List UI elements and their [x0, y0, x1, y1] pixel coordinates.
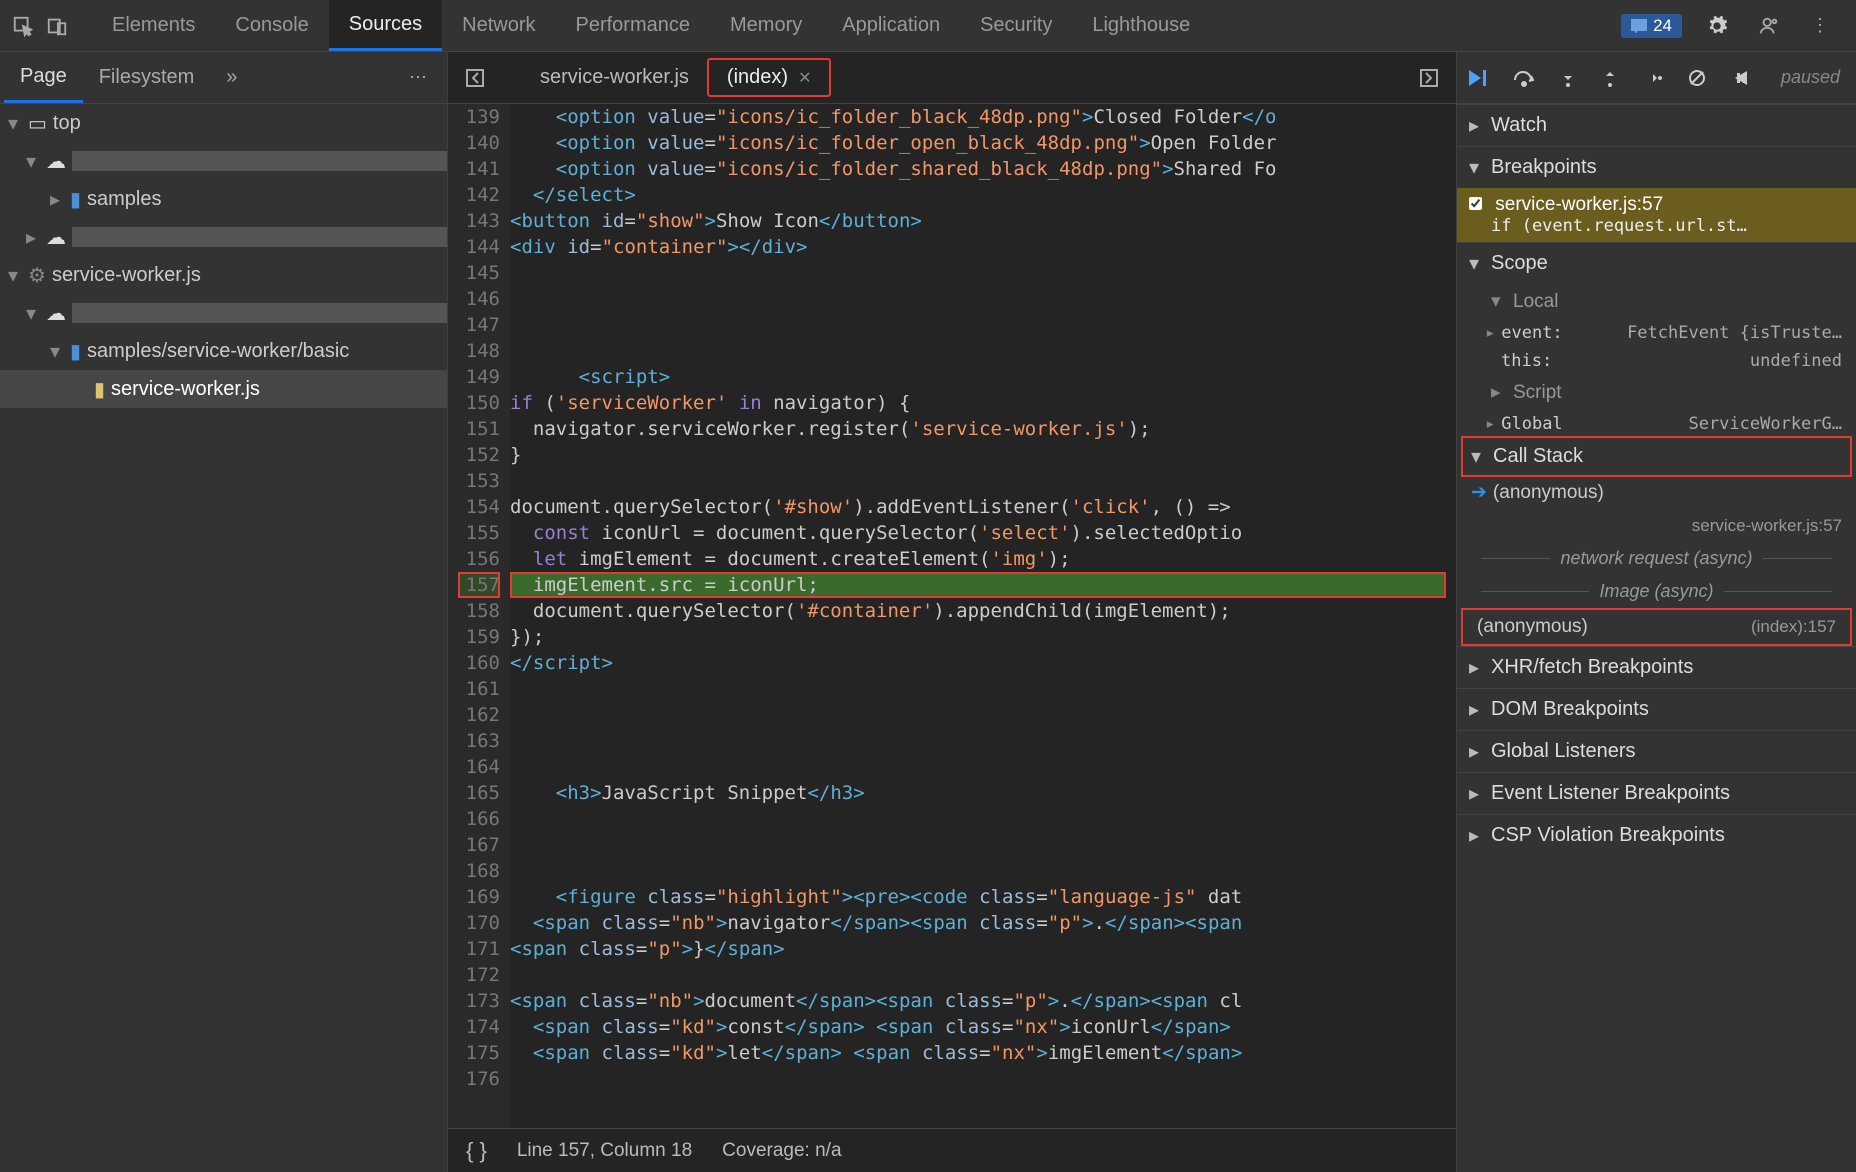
cloud-icon: ☁	[46, 225, 66, 250]
cloud-icon: ☁	[46, 149, 66, 174]
navigator-toggle-icon[interactable]	[458, 68, 492, 88]
cursor-position: Line 157, Column 18	[517, 1140, 692, 1162]
section-xhr[interactable]: XHR/fetch Breakpoints	[1457, 646, 1856, 688]
scope-this: this:undefined	[1457, 347, 1856, 375]
tree-label-sw: service-worker.js	[52, 264, 201, 287]
breakpoint-checkbox[interactable]	[1469, 197, 1482, 210]
folder-icon: ▮	[70, 339, 81, 364]
tree-label-basic: samples/service-worker/basic	[87, 340, 349, 363]
breakpoint-code: if (event.request.url.st…	[1469, 216, 1844, 236]
section-breakpoints[interactable]: Breakpoints	[1457, 146, 1856, 188]
pretty-print-icon[interactable]: { }	[466, 1138, 487, 1164]
tab-lighthouse[interactable]: Lighthouse	[1072, 0, 1210, 51]
tree-origin-1[interactable]: ☁	[0, 142, 447, 180]
issues-count: 24	[1653, 16, 1672, 36]
section-event-listener[interactable]: Event Listener Breakpoints	[1457, 772, 1856, 814]
tab-label: (index)	[727, 66, 788, 89]
sidebar-tab-page[interactable]: Page	[4, 52, 83, 103]
editor-status-bar: { } Line 157, Column 18 Coverage: n/a	[448, 1128, 1456, 1172]
section-csp[interactable]: CSP Violation Breakpoints	[1457, 814, 1856, 856]
tree-sw-basic[interactable]: ▮ samples/service-worker/basic	[0, 332, 447, 370]
close-icon[interactable]: ✕	[798, 68, 811, 88]
section-global-listeners[interactable]: Global Listeners	[1457, 730, 1856, 772]
tab-performance[interactable]: Performance	[556, 0, 711, 51]
pause-exceptions-icon[interactable]	[1731, 68, 1751, 88]
file-icon: ▮	[94, 377, 105, 402]
tree-label-top: top	[53, 112, 81, 135]
main-tabs: Elements Console Sources Network Perform…	[92, 0, 1621, 51]
tree-label-swfile: service-worker.js	[111, 378, 260, 401]
editor-tab-index[interactable]: (index) ✕	[707, 58, 832, 97]
redacted-origin-3	[72, 303, 447, 323]
inspect-element-icon[interactable]	[6, 9, 40, 43]
tree-sw-root[interactable]: ⚙ service-worker.js	[0, 256, 447, 294]
step-over-icon[interactable]	[1513, 68, 1535, 88]
tab-security[interactable]: Security	[960, 0, 1072, 51]
editor-area: service-worker.js (index) ✕ 139140141142…	[448, 52, 1456, 1172]
sidebar-overflow-icon[interactable]: ⋯	[409, 67, 447, 88]
stack-async-div-1: network request (async)	[1457, 542, 1856, 575]
folder-icon: ▮	[70, 187, 81, 212]
tab-application[interactable]: Application	[822, 0, 960, 51]
tab-console[interactable]: Console	[215, 0, 328, 51]
section-callstack[interactable]: Call Stack	[1461, 436, 1852, 477]
debugger-panel: paused Watch Breakpoints service-worker.…	[1456, 52, 1856, 1172]
code-editor[interactable]: 1391401411421431441451461471481491501511…	[448, 104, 1456, 1128]
breakpoint-file: service-worker.js:57	[1495, 194, 1663, 215]
paused-label: paused	[1781, 67, 1846, 88]
tree-sw-file[interactable]: ▮ service-worker.js	[0, 370, 447, 408]
scope-script[interactable]: Script	[1457, 375, 1856, 410]
tab-label: service-worker.js	[540, 66, 689, 89]
scope-global[interactable]: GlobalServiceWorkerG…	[1457, 410, 1856, 438]
tree-origin-2[interactable]: ☁	[0, 218, 447, 256]
tab-network[interactable]: Network	[442, 0, 555, 51]
gear-icon: ⚙	[28, 263, 46, 288]
deactivate-breakpoints-icon[interactable]	[1687, 68, 1707, 88]
step-into-icon[interactable]	[1559, 68, 1577, 88]
sidebar-tab-filesystem[interactable]: Filesystem	[83, 52, 211, 103]
account-icon[interactable]	[1752, 9, 1786, 43]
section-watch[interactable]: Watch	[1457, 104, 1856, 146]
settings-gear-icon[interactable]	[1700, 9, 1734, 43]
redacted-origin-2	[72, 227, 447, 247]
sidebar-tab-more[interactable]: »	[210, 52, 253, 103]
tree-samples[interactable]: ▮ samples	[0, 180, 447, 218]
tree-top[interactable]: ▭ top	[0, 104, 447, 142]
section-scope[interactable]: Scope	[1457, 242, 1856, 284]
devtools-toolbar: Elements Console Sources Network Perform…	[0, 0, 1856, 52]
coverage-status: Coverage: n/a	[722, 1140, 841, 1162]
tree-origin-3[interactable]: ☁	[0, 294, 447, 332]
tree-label-samples: samples	[87, 188, 161, 211]
tab-sources[interactable]: Sources	[329, 0, 442, 51]
more-tabs-icon[interactable]	[1412, 68, 1446, 88]
step-icon[interactable]	[1643, 68, 1663, 88]
editor-tab-sw[interactable]: service-worker.js	[522, 60, 707, 95]
file-tree: ▭ top ☁ ▮ samples ☁ ⚙ service-work	[0, 104, 447, 1172]
scope-local[interactable]: Local	[1457, 284, 1856, 319]
stack-frame-2[interactable]: (anonymous) (index):157	[1461, 608, 1852, 646]
section-dom[interactable]: DOM Breakpoints	[1457, 688, 1856, 730]
issues-badge[interactable]: 24	[1621, 14, 1682, 38]
stack-frame-1-loc: service-worker.js:57	[1457, 510, 1856, 542]
more-menu-icon[interactable]: ⋮	[1804, 9, 1838, 43]
redacted-origin	[72, 151, 447, 171]
sources-sidebar: Page Filesystem » ⋯ ▭ top ☁ ▮ samples	[0, 52, 448, 1172]
stack-async-div-2: Image (async)	[1457, 575, 1856, 608]
breakpoint-item[interactable]: service-worker.js:57 if (event.request.u…	[1457, 188, 1856, 242]
scope-event[interactable]: event:FetchEvent {isTruste…	[1457, 319, 1856, 347]
stack-frame-1[interactable]: ➔(anonymous)	[1457, 475, 1856, 510]
cloud-icon: ☁	[46, 301, 66, 326]
device-toggle-icon[interactable]	[40, 9, 74, 43]
tab-memory[interactable]: Memory	[710, 0, 822, 51]
window-icon: ▭	[28, 111, 47, 136]
resume-icon[interactable]	[1467, 68, 1489, 88]
step-out-icon[interactable]	[1601, 68, 1619, 88]
tab-elements[interactable]: Elements	[92, 0, 215, 51]
